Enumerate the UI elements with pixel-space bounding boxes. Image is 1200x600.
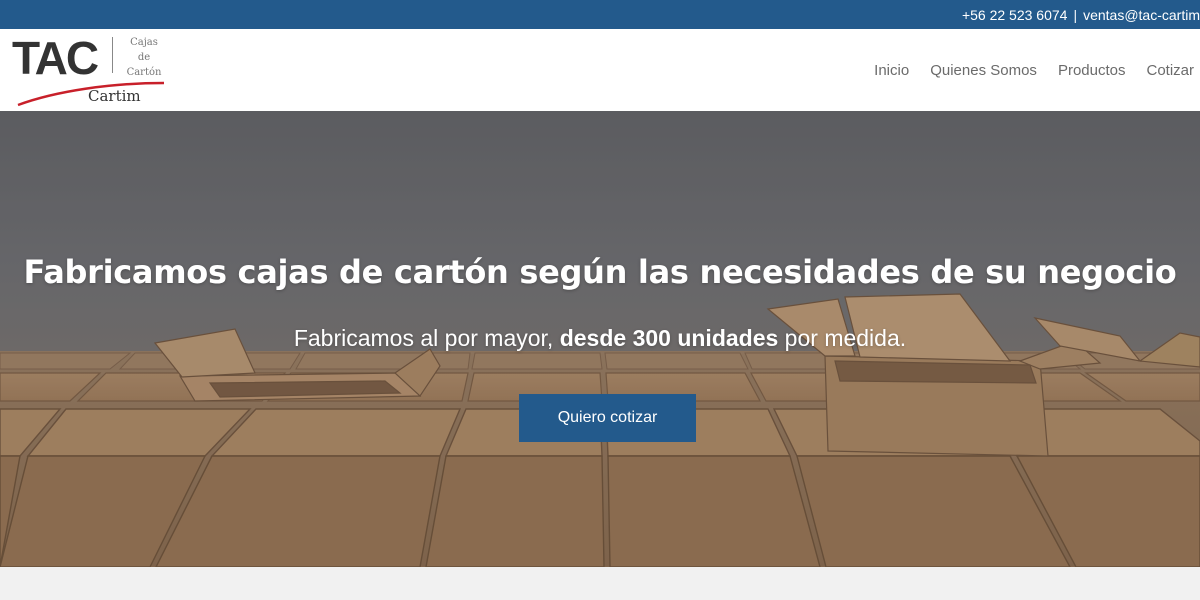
logo-brand-text: Cartim bbox=[88, 87, 141, 105]
hero-section: Fabricamos cajas de cartón según las nec… bbox=[0, 111, 1200, 567]
top-contact-bar: +56 22 523 6074 | ventas@tac-cartim.cl bbox=[0, 0, 1200, 29]
hero-subtitle: Fabricamos al por mayor, desde 300 unida… bbox=[0, 325, 1200, 352]
contact-info: +56 22 523 6074 | ventas@tac-cartim.cl bbox=[962, 7, 1200, 23]
hero-title: Fabricamos cajas de cartón según las nec… bbox=[23, 253, 1177, 291]
email-link[interactable]: ventas@tac-cartim.cl bbox=[1083, 7, 1200, 23]
site-logo[interactable]: TAC Cajas de Cartón Cartim bbox=[12, 35, 172, 107]
logo-subtitle: Cajas de Cartón bbox=[118, 35, 170, 80]
hero-subtitle-highlight: desde 300 unidades bbox=[559, 325, 779, 351]
contact-separator: | bbox=[1073, 6, 1078, 23]
quote-cta-button[interactable]: Quiero cotizar bbox=[519, 394, 696, 442]
logo-sub-line-1: Cajas bbox=[130, 37, 158, 48]
main-nav: Inicio Quienes Somos Productos Cotizar bbox=[874, 29, 1194, 111]
logo-sub-line-2: de bbox=[137, 52, 151, 63]
nav-item-inicio[interactable]: Inicio bbox=[874, 62, 909, 79]
below-hero-strip bbox=[0, 567, 1200, 600]
hero-subtitle-post: por medida. bbox=[778, 325, 907, 351]
logo-divider bbox=[112, 37, 113, 73]
hero-subtitle-pre: Fabricamos al por mayor, bbox=[293, 325, 560, 351]
phone-link[interactable]: +56 22 523 6074 bbox=[962, 7, 1068, 23]
logo-main-text: TAC bbox=[12, 32, 99, 84]
nav-item-cotizar[interactable]: Cotizar bbox=[1146, 62, 1194, 79]
nav-item-quienes-somos[interactable]: Quienes Somos bbox=[930, 62, 1037, 79]
site-header: TAC Cajas de Cartón Cartim Inicio Quiene… bbox=[0, 29, 1200, 111]
nav-item-productos[interactable]: Productos bbox=[1058, 62, 1126, 79]
